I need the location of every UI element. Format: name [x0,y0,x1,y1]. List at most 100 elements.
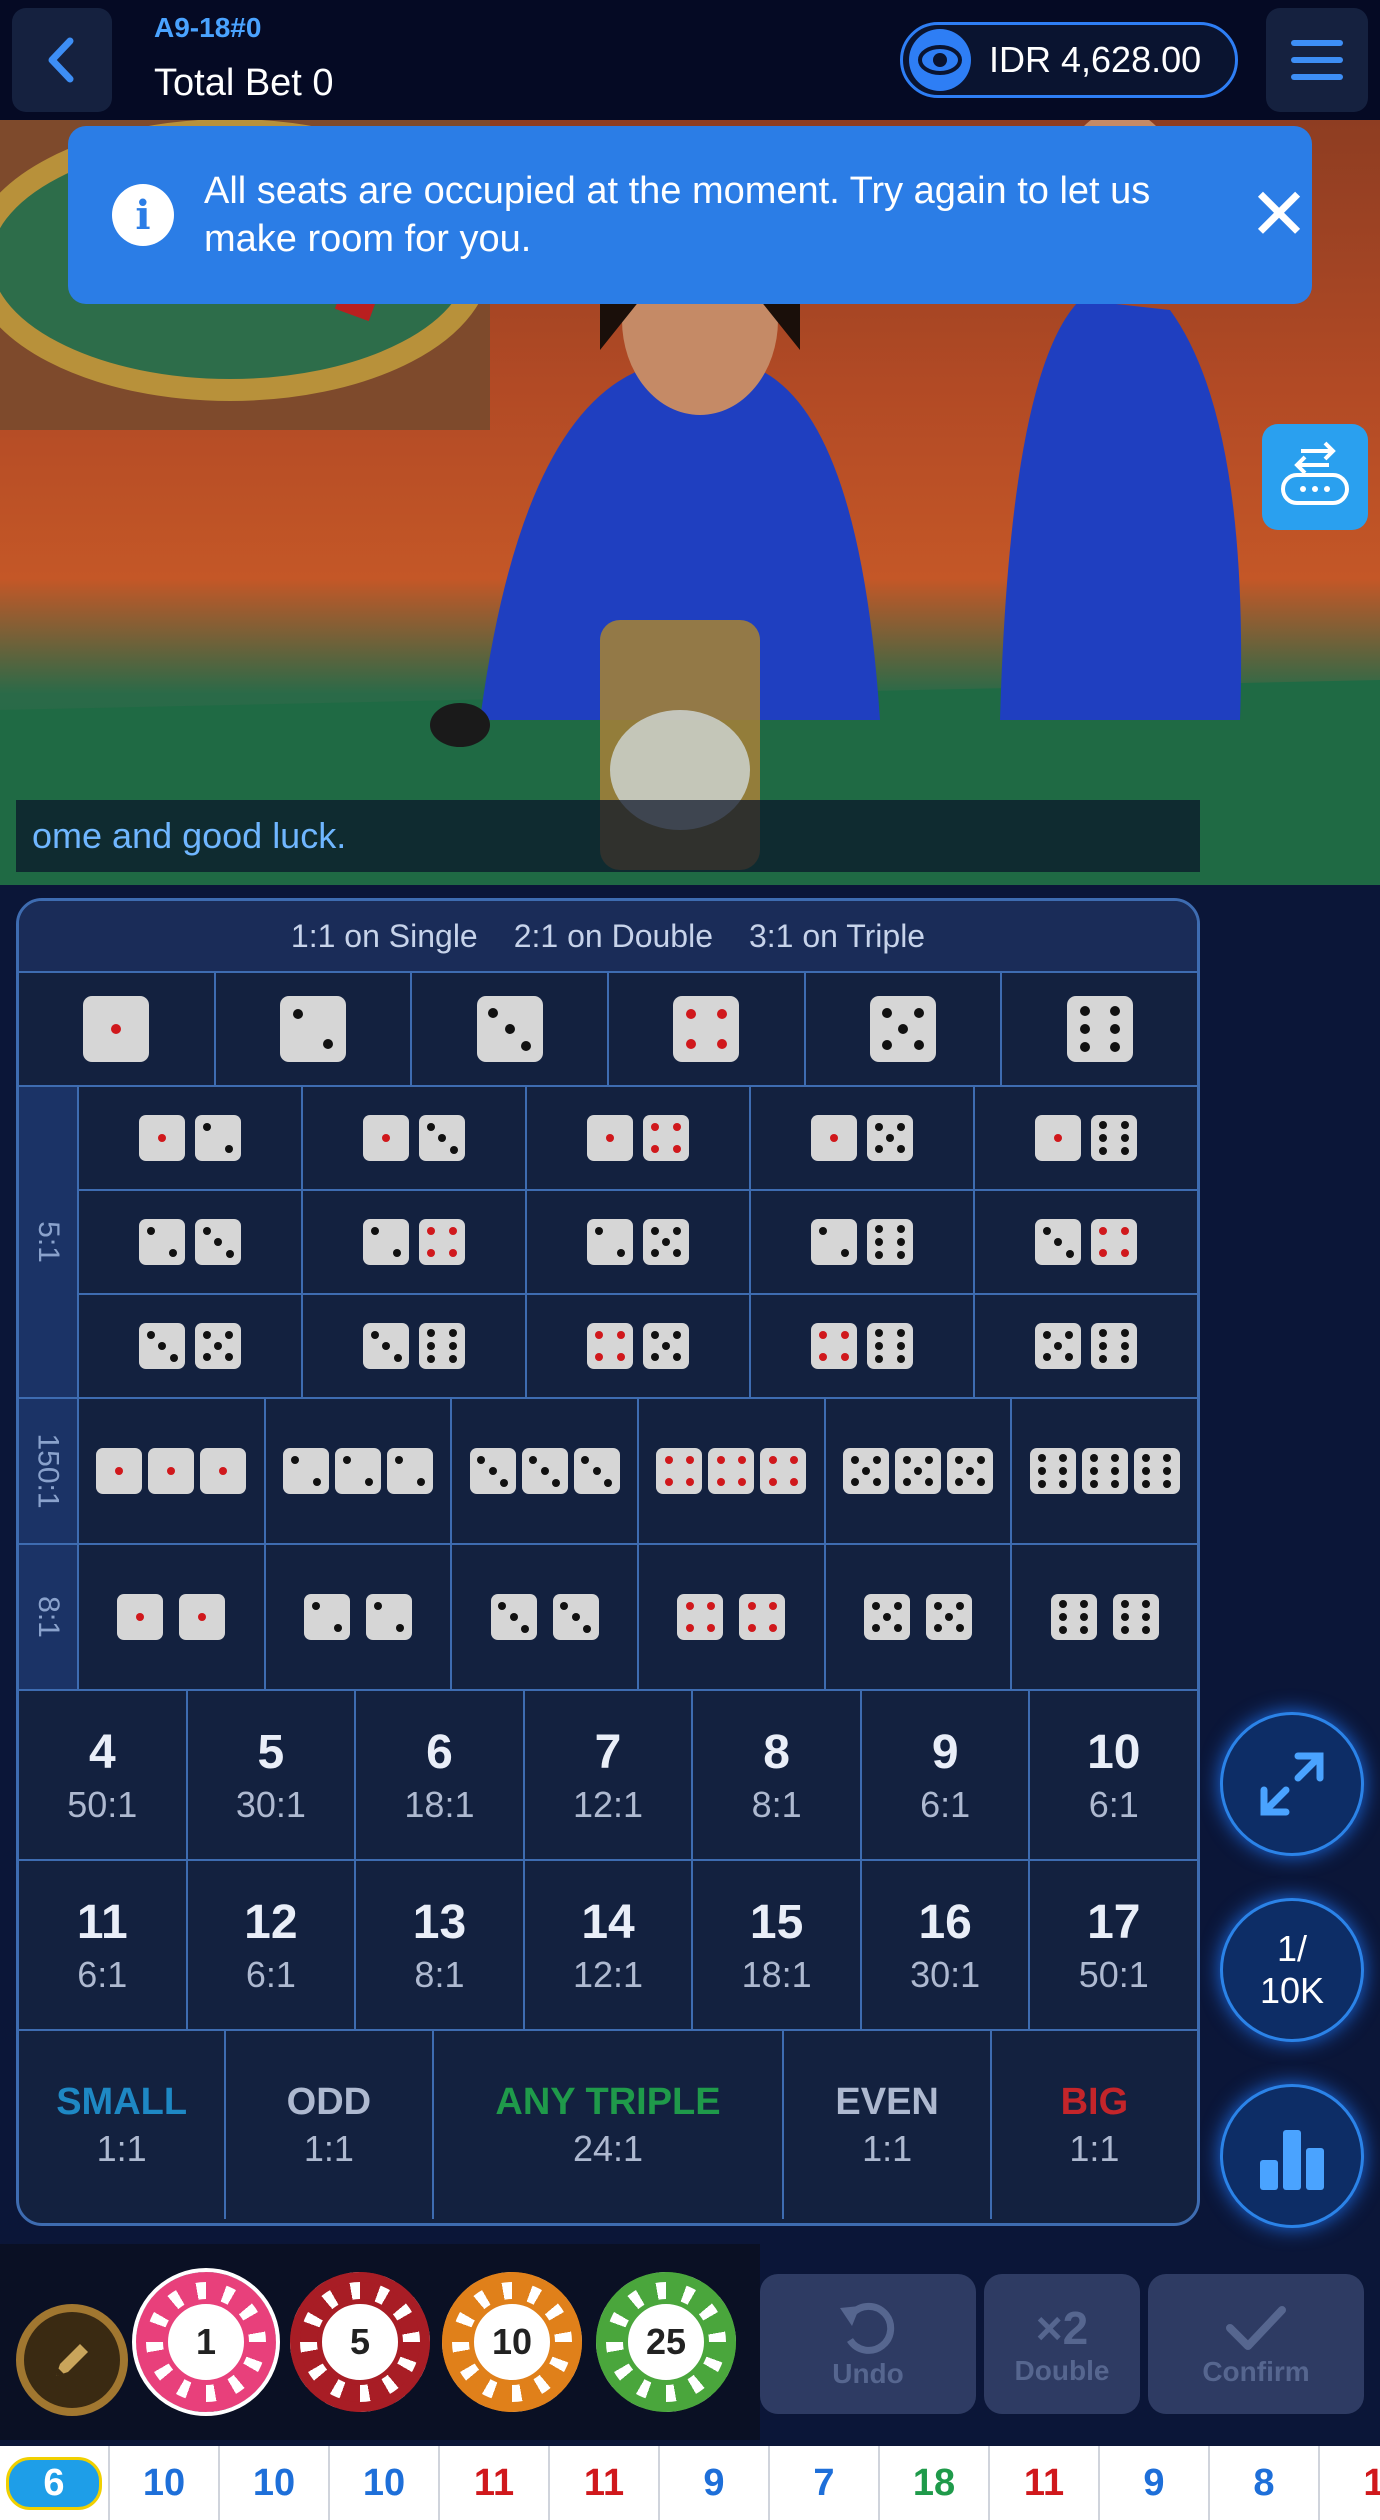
die-face-2-icon [363,1219,409,1265]
single-bet-4[interactable] [607,973,804,1085]
fullscreen-button[interactable] [1220,1712,1364,1856]
die-face-1-icon [811,1115,857,1161]
bet-big[interactable]: BIG 1:1 [989,2031,1197,2219]
single-bet-6[interactable] [1000,973,1197,1085]
die-face-5-icon [870,996,937,1062]
bet-odd[interactable]: ODD 1:1 [224,2031,431,2219]
combo-bet-5-6[interactable] [973,1295,1197,1397]
total-bet-4[interactable]: 4 50:1 [19,1691,186,1859]
total-bet-6[interactable]: 6 18:1 [354,1691,523,1859]
combos-payout-label: 5:1 [19,1087,79,1397]
chip-5[interactable]: 5 [290,2272,430,2412]
die-face-3-icon [552,1594,599,1640]
statistics-button[interactable] [1220,2084,1364,2228]
combo-bet-3-4[interactable] [973,1191,1197,1293]
die-face-2-icon [304,1594,350,1640]
combo-bet-3-6[interactable] [301,1295,525,1397]
close-icon[interactable]: ✕ [1248,179,1310,251]
back-button[interactable] [12,8,112,112]
total-bet-11[interactable]: 11 6:1 [19,1861,186,2029]
confirm-label: Confirm [1202,2356,1310,2387]
history-value: 18 [912,2461,956,2504]
single-bet-3[interactable] [410,973,607,1085]
total-bet-7[interactable]: 7 12:1 [522,1691,692,1859]
double-button[interactable]: ×2 Double [984,2274,1140,2414]
single-bet-2[interactable] [213,973,411,1085]
payout-double: 2:1 on Double [513,917,713,954]
combo-bet-1-3[interactable] [301,1087,525,1189]
bet-small[interactable]: SMALL 1:1 [19,2031,224,2219]
total-bet-12[interactable]: 12 6:1 [185,1861,355,2029]
switch-view-button[interactable] [1262,424,1368,530]
die-face-6-icon [1091,1323,1137,1369]
bet-even[interactable]: EVEN 1:1 [782,2031,989,2219]
die-face-3-icon [195,1219,241,1265]
combo-bet-1-4[interactable] [525,1087,749,1189]
die-face-2-icon [811,1219,857,1265]
limit-top: 1/ [1276,1928,1308,1969]
total-bet-15[interactable]: 15 18:1 [691,1861,860,2029]
bet-any-triple[interactable]: ANY TRIPLE 24:1 [431,2031,783,2219]
chip-1[interactable]: 1 [132,2268,280,2416]
history-value: 6 [6,2456,102,2510]
notice-message: All seats are occupied at the moment. Tr… [204,170,1151,260]
bet-payout: 24:1 [572,2127,644,2169]
undo-button[interactable]: Undo [760,2274,976,2414]
triple-bet-1[interactable] [79,1399,264,1543]
combo-bet-2-3[interactable] [79,1191,301,1293]
menu-button[interactable] [1266,8,1368,112]
double-bet-6[interactable] [1010,1545,1197,1689]
die-face-1-icon [148,1448,195,1494]
payout-header: 1:1 on Single 2:1 on Double 3:1 on Tripl… [19,901,1197,971]
total-number: 7 [594,1725,622,1779]
triple-bet-4[interactable] [637,1399,824,1543]
bet-limit-button[interactable]: 1/ 10K [1220,1898,1364,2042]
die-face-2-icon [587,1219,633,1265]
bet-label: EVEN [835,2080,939,2123]
combo-bet-1-5[interactable] [749,1087,973,1189]
combo-bet-2-5[interactable] [525,1191,749,1293]
total-payout: 50:1 [1078,1953,1149,1995]
triple-bet-5[interactable] [823,1399,1011,1543]
edit-chips-button[interactable] [16,2304,128,2416]
total-bet-14[interactable]: 14 12:1 [522,1861,692,2029]
total-bet-9[interactable]: 9 6:1 [859,1691,1029,1859]
combo-bet-2-6[interactable] [749,1191,973,1293]
die-face-6-icon [1081,1448,1128,1494]
triple-bet-3[interactable] [450,1399,637,1543]
total-bet-13[interactable]: 13 8:1 [354,1861,523,2029]
total-bet-5[interactable]: 5 30:1 [185,1691,355,1859]
double-bet-5[interactable] [823,1545,1011,1689]
double-bet-3[interactable] [450,1545,637,1689]
balance-pill[interactable]: IDR 4,628.00 [900,22,1238,98]
double-bet-4[interactable] [637,1545,824,1689]
triple-bet-6[interactable] [1010,1399,1197,1543]
eye-icon[interactable] [909,29,971,91]
combos-section: 5:1 [19,1085,1197,1397]
total-bet-17[interactable]: 17 50:1 [1028,1861,1197,2029]
combo-bet-4-6[interactable] [749,1295,973,1397]
history-value: 10 [142,2461,186,2504]
chip-value: 25 [623,2299,709,2385]
single-bet-1[interactable] [19,973,214,1085]
chip-10[interactable]: 10 [442,2272,582,2412]
confirm-button[interactable]: Confirm [1148,2274,1364,2414]
combo-bet-1-2[interactable] [79,1087,301,1189]
combo-bet-4-5[interactable] [525,1295,749,1397]
chip-25[interactable]: 25 [596,2272,736,2412]
triple-bet-2[interactable] [263,1399,451,1543]
undo-label: Undo [832,2358,904,2389]
double-bet-2[interactable] [263,1545,451,1689]
combo-bet-1-6[interactable] [973,1087,1197,1189]
die-face-6-icon [1029,1448,1076,1494]
total-bet-16[interactable]: 16 30:1 [859,1861,1029,2029]
single-bet-5[interactable] [803,973,1001,1085]
double-bet-1[interactable] [79,1545,264,1689]
combo-bet-3-5[interactable] [79,1295,301,1397]
total-bet-8[interactable]: 8 8:1 [691,1691,860,1859]
die-face-4-icon [708,1448,755,1494]
combo-bet-2-4[interactable] [301,1191,525,1293]
triples-payout-label: 150:1 [19,1399,79,1543]
total-bet-10[interactable]: 10 6:1 [1028,1691,1197,1859]
history-item: 9 [1100,2446,1210,2520]
